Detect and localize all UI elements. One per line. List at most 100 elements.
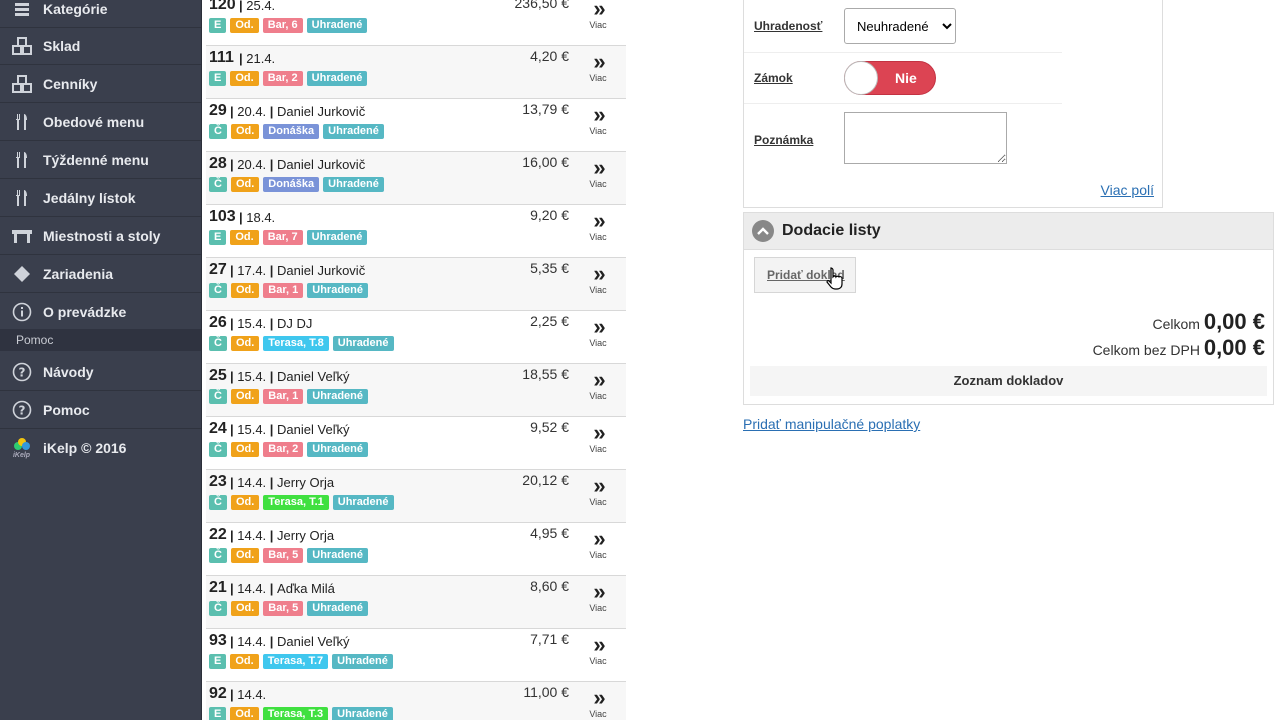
order-more-button[interactable]: » Viac — [584, 0, 612, 30]
order-row[interactable]: 120 | 25.4. 236,50 € E Od. Bar, 6 Uhradené » Via… — [206, 0, 626, 46]
sidebar-item-label: Kategórie — [43, 0, 108, 17]
double-chevron-right-icon: » — [593, 208, 605, 233]
svg-text:?: ? — [18, 365, 25, 379]
order-more-button[interactable]: » Viac — [584, 422, 612, 455]
status-badge: Od. — [230, 71, 259, 86]
sidebar-item-guides[interactable]: ? Návody — [0, 353, 201, 391]
order-price: 236,50 € — [514, 0, 570, 11]
order-row[interactable]: 26 | 15.4. | DJ DJ 2,25 € Č Od. Terasa, T.8 Uh… — [206, 311, 626, 364]
status-badge: Uhradené — [307, 548, 369, 563]
total-novat-label: Celkom bez DPH — [1092, 342, 1200, 358]
note-textarea[interactable] — [844, 112, 1007, 164]
orders-list: 120 | 25.4. 236,50 € E Od. Bar, 6 Uhradené» Via… — [206, 0, 626, 720]
order-date: 14.4. — [237, 687, 267, 702]
order-more-button[interactable]: » Viac — [584, 104, 612, 137]
sidebar: Kategórie Sklad Cenníky Obedové menu Týž… — [0, 0, 202, 720]
sidebar-item-warehouse[interactable]: Sklad — [0, 27, 201, 65]
sidebar-item-pricelists[interactable]: Cenníky — [0, 65, 201, 103]
sidebar-item-rooms-tables[interactable]: Miestnosti a stoly — [0, 217, 201, 255]
delivery-notes-header[interactable]: Dodacie listy — [744, 213, 1273, 250]
sidebar-item-categories[interactable]: Kategórie — [0, 0, 201, 28]
order-price: 2,25 € — [530, 313, 569, 329]
order-number: 103 — [209, 208, 236, 225]
status-badge: Od. — [230, 336, 260, 351]
status-badge: Od. — [230, 548, 260, 563]
more-label: Viac — [589, 497, 607, 507]
more-label: Viac — [589, 656, 607, 666]
order-row[interactable]: 22 | 14.4. | Jerry Orja 4,95 € Č Od. Bar, 5 Uh… — [206, 523, 626, 576]
lock-toggle[interactable]: Nie — [844, 61, 936, 95]
sidebar-item-lunch-menu[interactable]: Obedové menu — [0, 103, 201, 141]
order-row[interactable]: 23 | 14.4. | Jerry Orja 20,12 € Č Od. Terasa,… — [206, 470, 626, 523]
sidebar-item-food-menu[interactable]: Jedálny lístok — [0, 179, 201, 217]
sidebar-item-about[interactable]: O prevádzke — [0, 293, 201, 331]
order-badges: E Od. Terasa, T.3 Uhradené — [209, 707, 393, 720]
status-badge: Č — [209, 442, 227, 457]
order-date: 20.4. — [237, 104, 267, 119]
order-number: 27 — [209, 261, 227, 278]
order-price: 20,12 € — [522, 472, 569, 488]
order-row[interactable]: 103 | 18.4. 9,20 € E Od. Bar, 7 Uhradené » Viac — [206, 205, 626, 258]
status-badge: Uhradené — [332, 336, 394, 351]
order-more-button[interactable]: » Viac — [584, 634, 612, 667]
order-date: 15.4. — [237, 316, 267, 331]
order-price: 9,20 € — [530, 207, 569, 223]
order-more-button[interactable]: » Viac — [584, 369, 612, 402]
status-badge: Č — [209, 548, 227, 563]
order-badges: Č Od. Bar, 2 Uhradené — [209, 442, 369, 457]
order-meta: | 20.4. | Daniel Jurkovič — [230, 157, 365, 172]
order-more-button[interactable]: » Viac — [584, 263, 612, 296]
status-badge: Uhradené — [307, 283, 369, 298]
order-meta: | 15.4. | Daniel Veľký — [230, 422, 350, 437]
customer-name: Aďka Milá — [277, 581, 335, 596]
paid-status-select[interactable]: Neuhradené — [844, 8, 956, 44]
order-more-button[interactable]: » Viac — [584, 51, 612, 84]
order-more-button[interactable]: » Viac — [584, 687, 612, 720]
total-novat-row: Celkom bez DPH 0,00 € — [1093, 335, 1265, 361]
more-label: Viac — [589, 550, 607, 560]
order-meta: | 20.4. | Daniel Jurkovič — [230, 104, 365, 119]
order-more-button[interactable]: » Viac — [584, 475, 612, 508]
status-badge: Č — [209, 336, 227, 351]
order-more-button[interactable]: » Viac — [584, 316, 612, 349]
sidebar-item-devices[interactable]: Zariadenia — [0, 255, 201, 293]
more-fields-link[interactable]: Viac polí — [1101, 182, 1154, 198]
sidebar-item-weekly-menu[interactable]: Týždenné menu — [0, 141, 201, 179]
order-more-button[interactable]: » Viac — [584, 208, 612, 243]
order-row[interactable]: 24 | 15.4. | Daniel Veľký 9,52 € Č Od. Bar, 2… — [206, 417, 626, 470]
status-badge: Uhradené — [306, 18, 368, 33]
order-row[interactable]: 93 | 14.4. | Daniel Veľký 7,71 € E Od. Terasa… — [206, 629, 626, 682]
order-row[interactable]: 29 | 20.4. | Daniel Jurkovič 13,79 € Č Od. Do… — [206, 99, 626, 152]
separator: | — [266, 316, 278, 331]
order-more-button[interactable]: » Viac — [584, 157, 612, 190]
more-label: Viac — [589, 285, 607, 295]
order-row[interactable]: 25 | 15.4. | Daniel Veľký 18,55 € Č Od. Bar, … — [206, 364, 626, 417]
brand[interactable]: iKelp iKelp © 2016 — [0, 430, 201, 466]
sidebar-item-label: Sklad — [43, 37, 81, 54]
double-chevron-right-icon: » — [593, 579, 605, 604]
more-label: Viac — [589, 20, 607, 30]
status-badge: Č — [209, 283, 227, 298]
order-badges: Č Od. Bar, 5 Uhradené — [209, 601, 369, 616]
order-row[interactable]: 92 | 14.4. 11,00 € E Od. Terasa, T.3 Uhradené »… — [206, 682, 626, 720]
more-label: Viac — [589, 126, 607, 136]
document-list-button[interactable]: Zoznam dokladov — [750, 366, 1267, 396]
toggle-label: Nie — [895, 70, 917, 86]
order-date: 15.4. — [237, 369, 267, 384]
status-badge: Č — [209, 601, 227, 616]
add-handling-fees-link[interactable]: Pridať manipulačné poplatky — [743, 416, 920, 432]
order-row[interactable]: 28 | 20.4. | Daniel Jurkovič 16,00 € Č Od. Do… — [206, 152, 626, 205]
order-meta: | 14.4. | Daniel Veľký — [230, 634, 350, 649]
status-badge: Č — [209, 124, 227, 139]
order-row[interactable]: 21 | 14.4. | Aďka Milá 8,60 € Č Od. Bar, 5 Uhr… — [206, 576, 626, 629]
sidebar-item-help[interactable]: ? Pomoc — [0, 391, 201, 429]
status-badge: Uhradené — [306, 71, 368, 86]
status-badge: Od. — [230, 18, 259, 33]
status-badge: Terasa, T.8 — [263, 336, 329, 351]
order-more-button[interactable]: » Viac — [584, 579, 612, 614]
order-more-button[interactable]: » Viac — [584, 528, 612, 561]
order-row[interactable]: 27 | 17.4. | Daniel Jurkovič 5,35 € Č Od. Bar… — [206, 258, 626, 311]
separator: | — [266, 634, 278, 649]
order-meta: | 25.4. — [239, 0, 275, 13]
order-row[interactable]: 111 | 21.4. 4,20 € E Od. Bar, 2 Uhradené » Viac — [206, 46, 626, 99]
